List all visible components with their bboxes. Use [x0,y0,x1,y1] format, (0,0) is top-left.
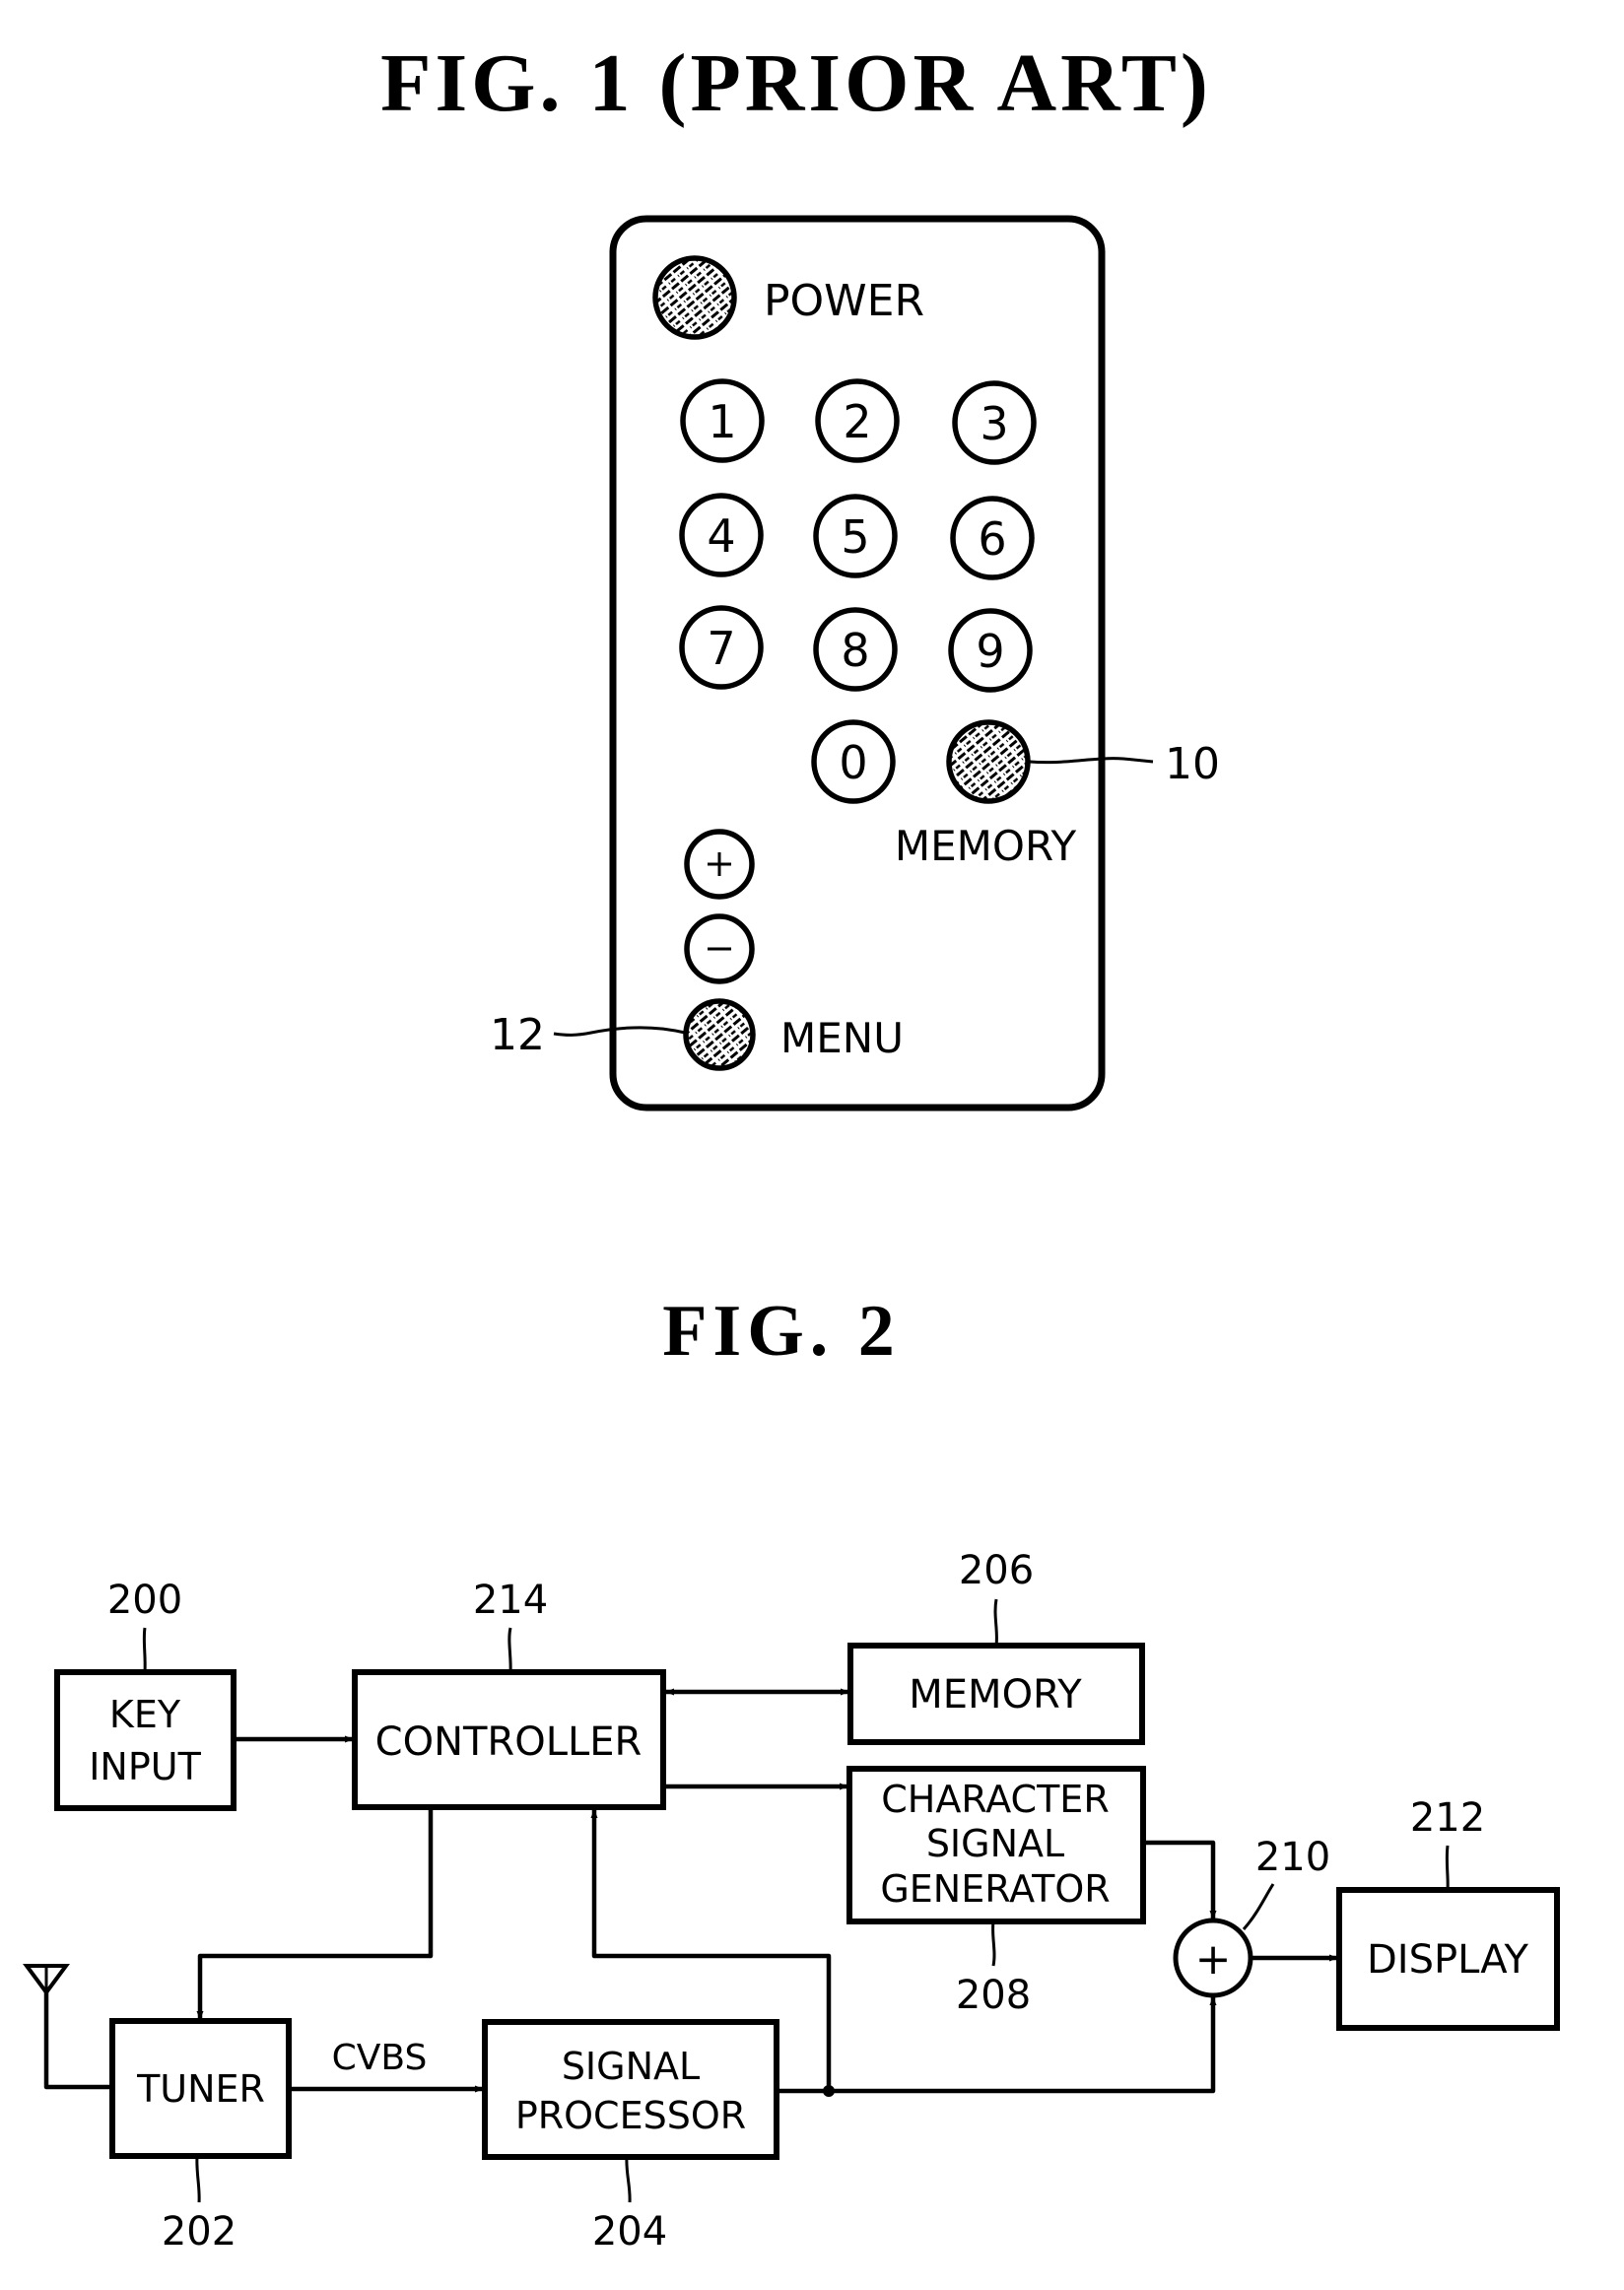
key-input-block: KEY INPUT [54,1669,237,1811]
ref-202-label: 202 [162,2209,237,2255]
volume-down-button[interactable] [684,913,755,984]
display-label: DISPLAY [1367,1937,1529,1983]
key-5-label: 5 [841,510,869,564]
ref-200-label: 200 [107,1578,182,1623]
wire-controller-to-tuner [196,1807,434,2020]
key-8[interactable]: 8 [813,607,898,692]
ref-212-leader [1445,1845,1450,1891]
ref-204-label: 204 [592,2209,667,2255]
ref-206-leader [993,1598,998,1647]
tuner-label: TUNER [136,2067,265,2111]
key-5[interactable]: 5 [813,494,898,578]
key-7-label: 7 [707,622,735,675]
junction-dot [823,2085,835,2097]
antenna-icon [23,1964,112,2090]
memory-block-label: MEMORY [909,1672,1082,1718]
key-8-label: 8 [841,624,869,677]
ref-200-leader [142,1627,147,1673]
ref-208-leader [991,1920,996,1967]
wire-chargen-to-adder [1143,1840,1217,1920]
ref-10-label: 10 [1165,739,1220,789]
ref-208-label: 208 [956,1973,1031,2018]
key-9[interactable]: 9 [948,608,1033,693]
power-label: POWER [764,276,924,326]
remote-control: POWER 1 2 3 4 5 6 7 8 9 0 MEMORY MENU [609,215,1106,1111]
key-9-label: 9 [976,625,1004,678]
key-6[interactable]: 6 [950,496,1035,580]
menu-button[interactable] [683,998,756,1071]
key-2[interactable]: 2 [815,378,900,463]
key-3-label: 3 [980,397,1008,450]
key-4-label: 4 [707,509,735,563]
ref-214-label: 214 [473,1578,548,1623]
controller-label: CONTROLLER [375,1719,643,1765]
fig1-title: FIG. 1 (PRIOR ART) [380,37,1212,129]
ref-206-label: 206 [959,1548,1034,1593]
key-7[interactable]: 7 [679,605,764,690]
adder-symbol: + [1195,1934,1232,1985]
memory-label: MEMORY [895,822,1077,870]
key-2-label: 2 [843,395,871,448]
tuner-block: TUNER [109,2018,292,2159]
ref-204-leader [625,2156,632,2203]
block-diagram: KEY INPUT 200 CONTROLLER 214 MEMORY 206 … [23,1548,1560,2255]
key-input-line2: INPUT [89,1745,201,1788]
ref-214-leader [508,1627,512,1673]
key-0[interactable]: 0 [811,719,896,804]
fig2-title: FIG. 2 [662,1291,901,1372]
ref-210-label: 210 [1255,1835,1330,1880]
power-button[interactable] [652,255,737,340]
character-signal-generator-block: CHARACTER SIGNAL GENERATOR [846,1766,1146,1924]
char-gen-line2: SIGNAL [926,1822,1064,1865]
menu-label: MENU [780,1014,904,1062]
char-gen-line3: GENERATOR [880,1867,1110,1911]
ref-12-label: 12 [490,1010,545,1060]
ref-212-label: 212 [1410,1795,1485,1841]
key-1-label: 1 [708,395,736,448]
char-gen-line1: CHARACTER [881,1778,1109,1821]
cvbs-label: CVBS [332,2038,428,2078]
signal-processor-line1: SIGNAL [562,2045,700,2088]
key-6-label: 6 [978,512,1006,566]
patent-drawing-sheet: FIG. 1 (PRIOR ART) POWER 1 2 3 4 5 6 7 8… [23,37,1560,2255]
memory-block: MEMORY [847,1643,1145,1745]
signal-processor-line2: PROCESSOR [515,2094,746,2137]
display-block: DISPLAY [1336,1887,1560,2031]
memory-button[interactable] [946,719,1031,804]
key-4[interactable]: 4 [679,493,764,577]
key-0-label: 0 [839,736,867,789]
key-1[interactable]: 1 [680,378,765,463]
controller-block: CONTROLLER [352,1669,666,1810]
ref-210-leader [1242,1883,1275,1930]
adder-junction: + [1173,1918,1253,1998]
signal-processor-block: SIGNAL PROCESSOR [482,2019,779,2160]
key-input-line1: KEY [109,1693,181,1736]
ref-202-leader [195,2155,201,2203]
volume-up-button[interactable] [684,829,755,900]
key-3[interactable]: 3 [952,380,1037,465]
